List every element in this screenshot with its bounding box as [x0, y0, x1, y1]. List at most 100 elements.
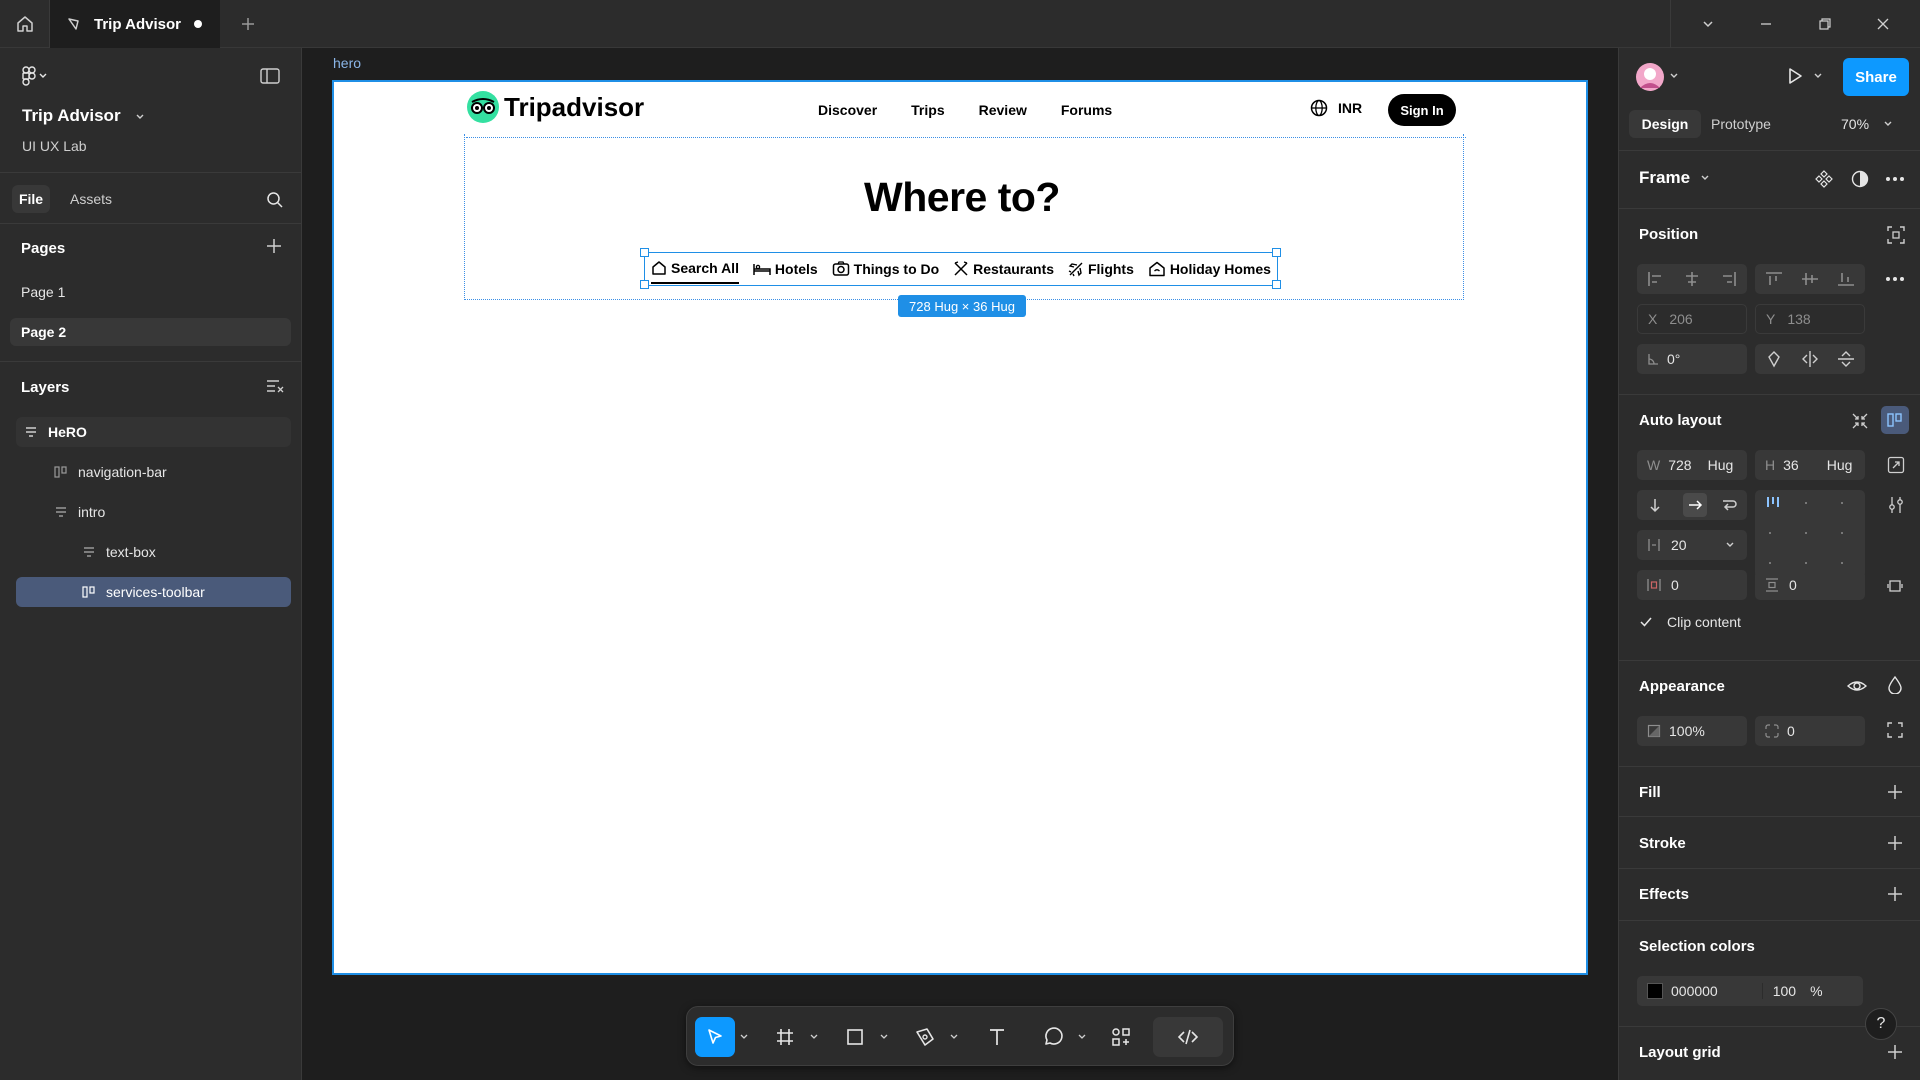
- frame-selector[interactable]: Frame: [1639, 168, 1710, 188]
- align-dot[interactable]: [1841, 532, 1843, 534]
- move-tool-button[interactable]: [695, 1017, 735, 1057]
- opacity-field[interactable]: 100%: [1637, 716, 1747, 746]
- gap-field[interactable]: 20: [1637, 530, 1747, 560]
- chevron-down-icon[interactable]: [1813, 72, 1823, 80]
- selection-color-row[interactable]: 000000 100 %: [1637, 976, 1863, 1006]
- width-field[interactable]: W 728 Hug: [1637, 450, 1747, 480]
- toolbar-item-search-all[interactable]: Search All: [651, 254, 739, 284]
- x-field[interactable]: X 206: [1637, 304, 1747, 334]
- flip-vertical-icon[interactable]: [1837, 350, 1855, 368]
- team-name[interactable]: UI UX Lab: [22, 138, 87, 154]
- align-dot[interactable]: [1841, 502, 1843, 504]
- chevron-down-icon[interactable]: [1725, 541, 1735, 549]
- alignment-grid[interactable]: [1755, 490, 1865, 578]
- tab-prototype[interactable]: Prototype: [1711, 116, 1771, 132]
- currency-selector[interactable]: INR: [1310, 99, 1362, 117]
- hero-frame[interactable]: Tripadvisor Discover Trips Review Forums…: [332, 80, 1588, 975]
- more-icon[interactable]: [1885, 176, 1905, 182]
- align-top-icon[interactable]: [1765, 271, 1783, 287]
- arrow-down-icon[interactable]: [1647, 497, 1663, 513]
- nav-link-discover[interactable]: Discover: [818, 102, 877, 118]
- focus-frame-icon[interactable]: [1887, 226, 1905, 244]
- pen-tool-button[interactable]: [905, 1017, 945, 1057]
- align-center-h-icon[interactable]: [1683, 271, 1701, 287]
- align-dot[interactable]: [1769, 532, 1771, 534]
- nav-link-forums[interactable]: Forums: [1061, 102, 1112, 118]
- blend-drop-icon[interactable]: [1887, 676, 1903, 694]
- resize-handle[interactable]: [640, 280, 649, 289]
- h-mode[interactable]: Hug: [1827, 457, 1853, 473]
- file-name[interactable]: Trip Advisor: [22, 106, 145, 126]
- component-icon[interactable]: [1815, 170, 1833, 188]
- more-icon[interactable]: [1885, 276, 1905, 282]
- services-toolbar[interactable]: Search All Hotels Things to Do Restauran…: [644, 252, 1278, 286]
- corner-radius-field[interactable]: 0: [1755, 716, 1865, 746]
- align-middle-icon[interactable]: [1801, 271, 1819, 287]
- chevron-down-icon[interactable]: [1669, 72, 1679, 80]
- toolbar-item-things-to-do[interactable]: Things to Do: [832, 254, 939, 284]
- height-field[interactable]: H 36 Hug: [1755, 450, 1865, 480]
- advanced-layout-icon[interactable]: [1887, 496, 1905, 514]
- align-dot[interactable]: [1841, 562, 1843, 564]
- align-dot[interactable]: [1769, 562, 1771, 564]
- zoom-control[interactable]: 70%: [1841, 116, 1893, 132]
- share-button[interactable]: Share: [1843, 58, 1909, 96]
- w-mode[interactable]: Hug: [1708, 457, 1734, 473]
- align-top-left-icon[interactable]: [1765, 496, 1781, 508]
- layer-services-toolbar[interactable]: services-toolbar: [16, 577, 291, 607]
- text-tool-button[interactable]: [977, 1017, 1017, 1057]
- layer-text-box[interactable]: text-box: [16, 537, 291, 567]
- file-tab[interactable]: Trip Advisor: [50, 0, 220, 48]
- individual-padding-icon[interactable]: [1887, 578, 1903, 594]
- toolbar-item-holiday-homes[interactable]: Holiday Homes: [1148, 254, 1271, 284]
- frame-label[interactable]: hero: [333, 55, 361, 71]
- layer-hero[interactable]: HeRO: [16, 417, 291, 447]
- align-left-icon[interactable]: [1647, 271, 1665, 287]
- align-dot[interactable]: [1805, 532, 1807, 534]
- comment-tool-button[interactable]: [1033, 1017, 1073, 1057]
- toolbar-item-hotels[interactable]: Hotels: [753, 254, 818, 284]
- play-icon[interactable]: [1785, 66, 1805, 86]
- align-dot[interactable]: [1805, 562, 1807, 564]
- arrow-right-icon[interactable]: [1683, 493, 1707, 517]
- horizontal-padding-field[interactable]: 0: [1637, 570, 1747, 600]
- add-page-icon[interactable]: [266, 238, 282, 254]
- collapse-icon[interactable]: [1851, 412, 1869, 430]
- restore-icon[interactable]: [1818, 17, 1832, 31]
- color-hex[interactable]: 000000: [1671, 983, 1718, 999]
- add-grid-icon[interactable]: [1887, 1044, 1903, 1060]
- dev-mode-toggle[interactable]: [1153, 1017, 1223, 1057]
- chevron-down-icon[interactable]: [1075, 1017, 1089, 1057]
- chevron-down-icon[interactable]: [877, 1017, 891, 1057]
- rotate-icon[interactable]: [1765, 350, 1783, 368]
- chevron-down-icon[interactable]: [1701, 17, 1715, 31]
- new-tab-button[interactable]: [236, 12, 260, 36]
- resize-handle[interactable]: [1272, 280, 1281, 289]
- add-stroke-icon[interactable]: [1887, 835, 1903, 851]
- clip-content-checkbox[interactable]: Clip content: [1639, 614, 1741, 630]
- eye-icon[interactable]: [1847, 678, 1867, 694]
- wrap-icon[interactable]: [1721, 497, 1737, 513]
- home-button[interactable]: [0, 0, 50, 48]
- color-swatch[interactable]: [1647, 983, 1663, 999]
- add-effect-icon[interactable]: [1887, 886, 1903, 902]
- shape-tool-button[interactable]: [835, 1017, 875, 1057]
- page-item-2[interactable]: Page 2: [10, 318, 291, 346]
- search-icon[interactable]: [266, 191, 284, 209]
- resize-handle[interactable]: [1272, 248, 1281, 257]
- tripadvisor-logo[interactable]: Tripadvisor: [466, 90, 644, 124]
- help-button[interactable]: ?: [1865, 1008, 1897, 1040]
- chevron-down-icon[interactable]: [947, 1017, 961, 1057]
- frame-tool-button[interactable]: [765, 1017, 805, 1057]
- tab-file[interactable]: File: [12, 185, 50, 213]
- tab-assets[interactable]: Assets: [70, 191, 112, 207]
- chevron-down-icon[interactable]: [807, 1017, 821, 1057]
- actions-button[interactable]: [1101, 1017, 1141, 1057]
- tab-design[interactable]: Design: [1629, 110, 1701, 138]
- add-fill-icon[interactable]: [1887, 784, 1903, 800]
- y-field[interactable]: Y 138: [1755, 304, 1865, 334]
- layer-filter-icon[interactable]: [266, 378, 284, 394]
- close-icon[interactable]: [1876, 17, 1890, 31]
- page-item-1[interactable]: Page 1: [10, 278, 291, 306]
- layer-intro[interactable]: intro: [16, 497, 291, 527]
